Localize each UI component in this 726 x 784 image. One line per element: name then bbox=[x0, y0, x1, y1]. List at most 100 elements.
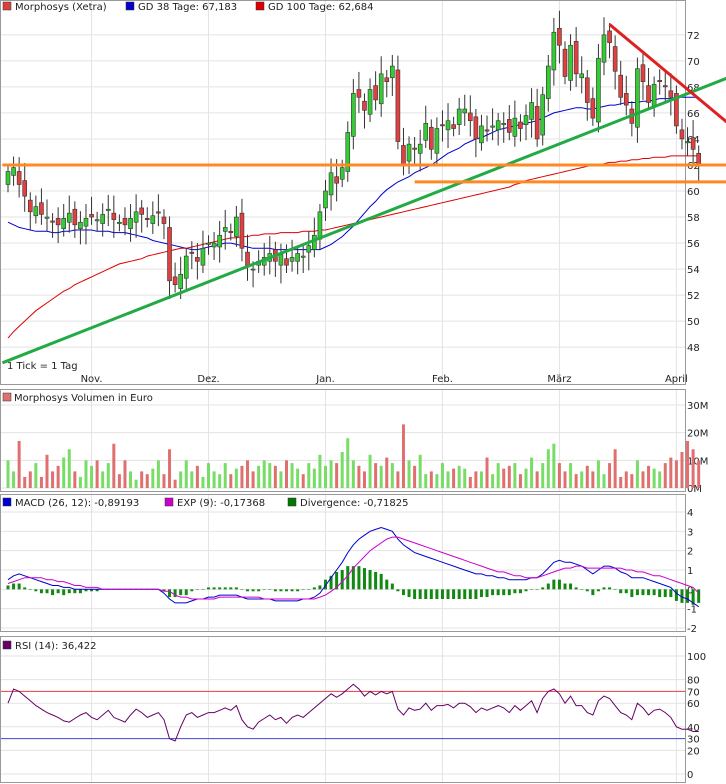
divergence-bar bbox=[524, 589, 528, 592]
y-tick-labels: 7270686664626058565452504830M20M10M0M432… bbox=[687, 31, 708, 781]
divergence-bar bbox=[407, 589, 411, 598]
y-tick-label: 50 bbox=[687, 317, 700, 328]
divergence-bar bbox=[440, 589, 444, 599]
divergence-bar bbox=[686, 589, 690, 603]
volume-bar bbox=[697, 460, 701, 488]
y-tick-label: 60 bbox=[687, 699, 700, 710]
volume-bar bbox=[318, 454, 322, 488]
candle-body bbox=[156, 211, 161, 214]
divergence-bar bbox=[312, 587, 316, 590]
candle-body bbox=[573, 41, 579, 75]
volume-bar bbox=[34, 463, 38, 488]
divergence-bar bbox=[184, 589, 188, 596]
volume-bar bbox=[51, 471, 55, 488]
volume-bar bbox=[557, 463, 561, 488]
legend-swatch bbox=[2, 640, 12, 650]
y-tick-label: 52 bbox=[687, 291, 700, 302]
divergence-bar bbox=[446, 589, 450, 599]
candle-body bbox=[590, 98, 596, 119]
candle-body bbox=[657, 80, 662, 82]
y-tick-label: 56 bbox=[687, 239, 700, 250]
volume-bar bbox=[613, 449, 617, 488]
volume-bar bbox=[669, 457, 673, 488]
volume-bar bbox=[630, 474, 634, 488]
candle-body bbox=[685, 141, 690, 144]
divergence-bar bbox=[285, 589, 288, 592]
volume-bar bbox=[307, 463, 311, 488]
volume-bar bbox=[101, 471, 105, 488]
volume-bars bbox=[6, 424, 701, 488]
divergence-bar bbox=[396, 589, 400, 592]
volume-bar bbox=[145, 474, 149, 488]
rsi-panel-frame bbox=[0, 636, 686, 783]
volume-bar bbox=[201, 476, 205, 488]
candle-body bbox=[117, 221, 122, 224]
candle-body bbox=[445, 120, 451, 131]
legend-swatch bbox=[255, 1, 265, 11]
candle-body bbox=[250, 268, 256, 271]
candle-body bbox=[61, 218, 67, 230]
candle-body bbox=[696, 152, 701, 166]
y-tick-label: -2 bbox=[687, 624, 697, 635]
candle-body bbox=[16, 171, 22, 185]
volume-bar bbox=[647, 465, 651, 488]
y-tick-label: -1 bbox=[687, 605, 697, 616]
volume-bar bbox=[390, 463, 394, 488]
x-tick-labels: Nov. Dez. Jan. Feb. März April bbox=[81, 374, 688, 385]
volume-bar bbox=[396, 471, 400, 488]
divergence-bar bbox=[34, 589, 38, 592]
volume-bar bbox=[279, 471, 283, 488]
candle-body bbox=[222, 227, 228, 232]
trendlines bbox=[1, 23, 726, 365]
volume-bar bbox=[563, 471, 567, 488]
candle-body bbox=[5, 171, 11, 185]
candle-body bbox=[501, 123, 507, 125]
candle-body bbox=[339, 167, 345, 180]
x-tick-label: Feb. bbox=[432, 374, 453, 385]
y-tick-label: 54 bbox=[687, 265, 700, 276]
volume-bar bbox=[596, 460, 600, 488]
divergence-bar bbox=[223, 587, 227, 590]
divergence-bar bbox=[234, 587, 238, 590]
volume-bar bbox=[39, 476, 43, 488]
candle-body bbox=[172, 276, 178, 286]
candle-body bbox=[306, 245, 312, 253]
candle-body bbox=[378, 73, 384, 105]
volume-bar bbox=[257, 465, 261, 488]
volume-bar bbox=[624, 471, 628, 488]
candle-body bbox=[456, 108, 462, 125]
divergence-bar bbox=[279, 589, 283, 592]
divergence-bar bbox=[624, 589, 628, 594]
legend-label: Morphosys (Xetra) bbox=[15, 2, 107, 13]
divergence-bar bbox=[257, 589, 261, 592]
candle-body bbox=[451, 124, 456, 129]
candle-body bbox=[83, 218, 89, 227]
volume-bar bbox=[151, 468, 155, 488]
volume-bar bbox=[362, 471, 366, 488]
divergence-bar bbox=[491, 589, 495, 596]
divergence-bar bbox=[424, 589, 428, 599]
legend-label: GD 100 Tage: 62,684 bbox=[268, 2, 374, 13]
volume-bar bbox=[608, 463, 612, 488]
legend-swatch bbox=[164, 497, 174, 507]
divergence-bar bbox=[73, 589, 77, 594]
rsi-line bbox=[7, 683, 699, 742]
candle-body bbox=[401, 145, 406, 166]
volume-bar bbox=[424, 474, 428, 488]
candle-body bbox=[128, 218, 133, 230]
divergence-bar bbox=[647, 589, 651, 596]
candle-body bbox=[44, 216, 50, 219]
divergence-bar bbox=[218, 587, 222, 590]
candle-body bbox=[362, 100, 367, 111]
volume-bar bbox=[173, 479, 177, 488]
candle-body bbox=[623, 93, 629, 106]
divergence-bar bbox=[674, 589, 678, 601]
divergence-bar bbox=[541, 587, 545, 590]
candle-body bbox=[540, 94, 546, 136]
candle-body bbox=[679, 129, 685, 140]
divergence-bar bbox=[207, 587, 211, 590]
rsi-series bbox=[1, 683, 699, 742]
y-tick-label: 48 bbox=[687, 343, 700, 354]
divergence-bar bbox=[379, 573, 383, 590]
volume-bar bbox=[463, 468, 467, 488]
